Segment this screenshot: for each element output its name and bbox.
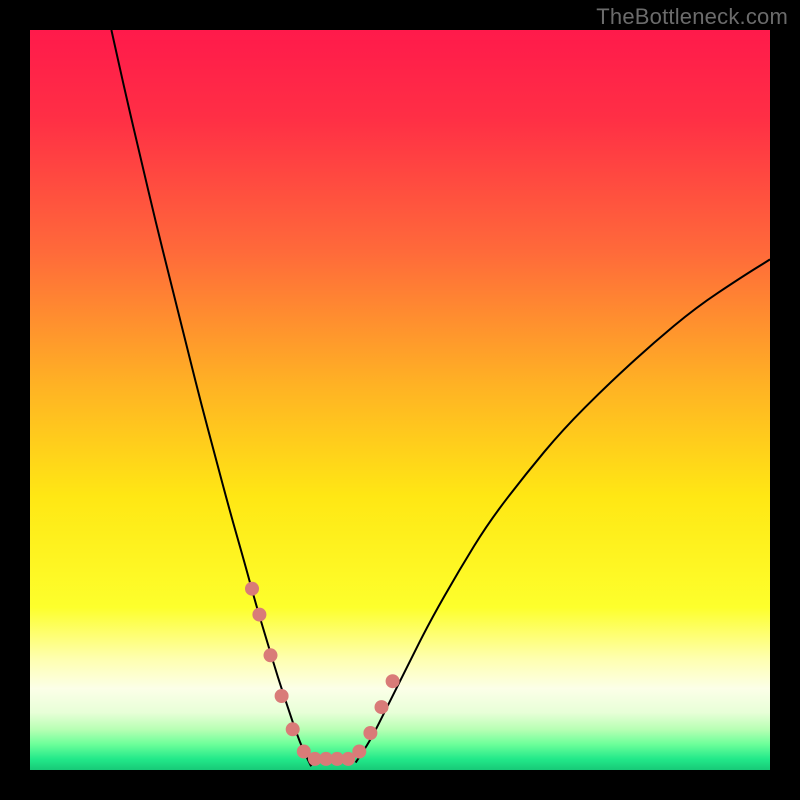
chart-frame: TheBottleneck.com xyxy=(0,0,800,800)
watermark-text: TheBottleneck.com xyxy=(596,4,788,30)
background-gradient xyxy=(30,30,770,770)
plot-area xyxy=(30,30,770,770)
